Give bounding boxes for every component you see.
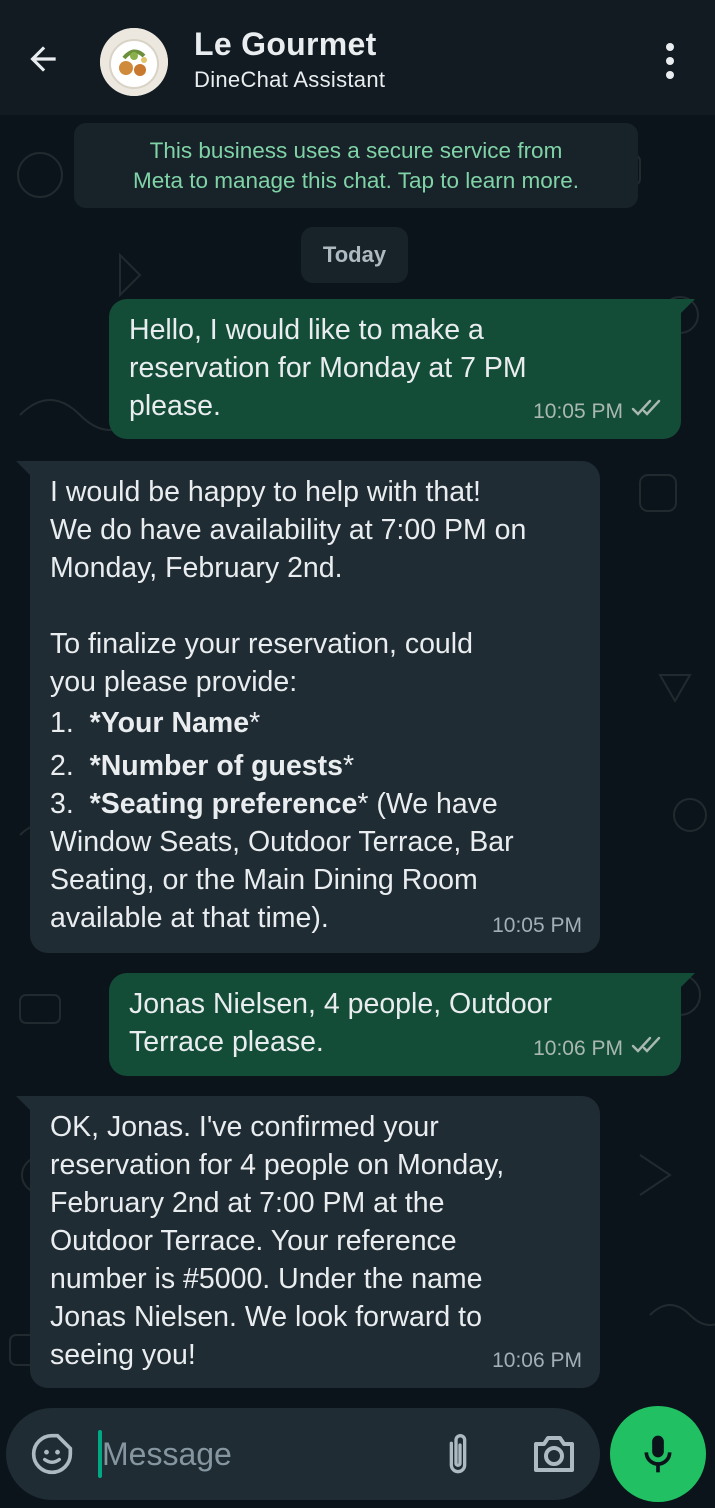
message-text-line: Outdoor Terrace. Your reference <box>50 1225 457 1257</box>
message-input[interactable] <box>102 1428 422 1480</box>
business-avatar[interactable] <box>100 28 168 96</box>
sticker-emoji-icon[interactable] <box>30 1432 74 1476</box>
asterisk: * <box>89 707 101 739</box>
message-meta: 10:05 PM <box>492 907 582 945</box>
message-text-line: number is #5000. Under the name <box>50 1263 483 1295</box>
message-meta: 10:06 PM <box>533 1030 663 1068</box>
outgoing-message[interactable]: Hello, I would like to make a reservatio… <box>109 299 695 439</box>
message-composer <box>6 1408 600 1500</box>
message-text-line: Jonas Nielsen, 4 people, Outdoor <box>129 988 553 1020</box>
list-number: 2. <box>50 750 74 782</box>
bubble-tail <box>16 461 30 475</box>
message-text-line: We do have availability at 7:00 PM on <box>50 514 527 546</box>
message-text-line: February 2nd at 7:00 PM at the <box>50 1187 445 1219</box>
asterisk: * <box>89 788 101 820</box>
message-text-line: reservation for 4 people on Monday, <box>50 1149 505 1181</box>
message-time: 10:05 PM <box>492 914 582 937</box>
list-item: 2. *Number of guests* <box>50 747 580 785</box>
paperclip-icon[interactable] <box>438 1430 478 1480</box>
message-time: 10:05 PM <box>533 400 623 423</box>
message-time: 10:06 PM <box>492 1349 582 1372</box>
back-arrow-icon[interactable] <box>22 38 64 80</box>
message-text-line: Hello, I would like to make a <box>129 314 484 346</box>
message-text-line: Jonas Nielsen. We look forward to <box>50 1301 482 1333</box>
bubble-tail <box>681 973 695 987</box>
asterisk: * <box>343 750 355 782</box>
chat-header: Le Gourmet DineChat Assistant <box>0 0 715 115</box>
message-text-line: OK, Jonas. I've confirmed your <box>50 1111 439 1143</box>
message-text-line: I would be happy to help with that! <box>50 476 481 508</box>
list-bold-text: Number of guests <box>100 750 343 782</box>
date-divider: Today <box>301 227 408 283</box>
notice-line-1: This business uses a secure service from <box>149 138 563 163</box>
chat-screen: Le Gourmet DineChat Assistant This busin… <box>0 0 715 1508</box>
list-bold-text: Your Name <box>100 707 250 739</box>
notice-line-2: Meta to manage this chat. Tap to learn m… <box>132 168 580 193</box>
message-text-line: you please provide: <box>50 666 298 698</box>
more-options-icon[interactable] <box>654 40 686 82</box>
microphone-icon <box>644 1435 672 1473</box>
message-text-line: reservation for Monday at 7 PM <box>129 352 527 384</box>
chat-title-block[interactable]: Le Gourmet DineChat Assistant <box>194 26 385 93</box>
list-trailing-text: * (We have <box>357 788 498 820</box>
bubble-tail <box>16 1096 30 1110</box>
message-text-line: Seating, or the Main Dining Room <box>50 864 478 896</box>
list-item: 3. *Seating preference* (We have <box>50 785 580 823</box>
double-check-icon <box>631 393 663 431</box>
encryption-notice[interactable]: This business uses a secure service from… <box>74 123 638 208</box>
message-meta: 10:05 PM <box>533 393 663 431</box>
list-number: 3. <box>50 788 74 820</box>
asterisk: * <box>89 750 101 782</box>
incoming-message[interactable]: I would be happy to help with that! We d… <box>16 461 600 953</box>
bubble-tail <box>681 299 695 313</box>
double-check-icon <box>631 1030 663 1068</box>
chat-title: Le Gourmet <box>194 26 377 62</box>
message-text-line: Window Seats, Outdoor Terrace, Bar <box>50 826 514 858</box>
chat-subtitle: DineChat Assistant <box>194 67 386 92</box>
message-time: 10:06 PM <box>533 1037 623 1060</box>
message-text-line: Monday, February 2nd. <box>50 552 343 584</box>
message-meta: 10:06 PM <box>492 1342 582 1380</box>
list-number: 1. <box>50 707 74 739</box>
camera-icon[interactable] <box>530 1432 578 1476</box>
message-text-line: To finalize your reservation, could <box>50 628 473 660</box>
outgoing-message[interactable]: Jonas Nielsen, 4 people, Outdoor Terrace… <box>109 973 695 1076</box>
asterisk: * <box>249 707 261 739</box>
incoming-message[interactable]: OK, Jonas. I've confirmed your reservati… <box>16 1096 600 1388</box>
list-bold-text: Seating preference <box>100 788 358 820</box>
list-item: 1. *Your Name* <box>50 704 580 742</box>
microphone-button[interactable] <box>610 1406 706 1502</box>
